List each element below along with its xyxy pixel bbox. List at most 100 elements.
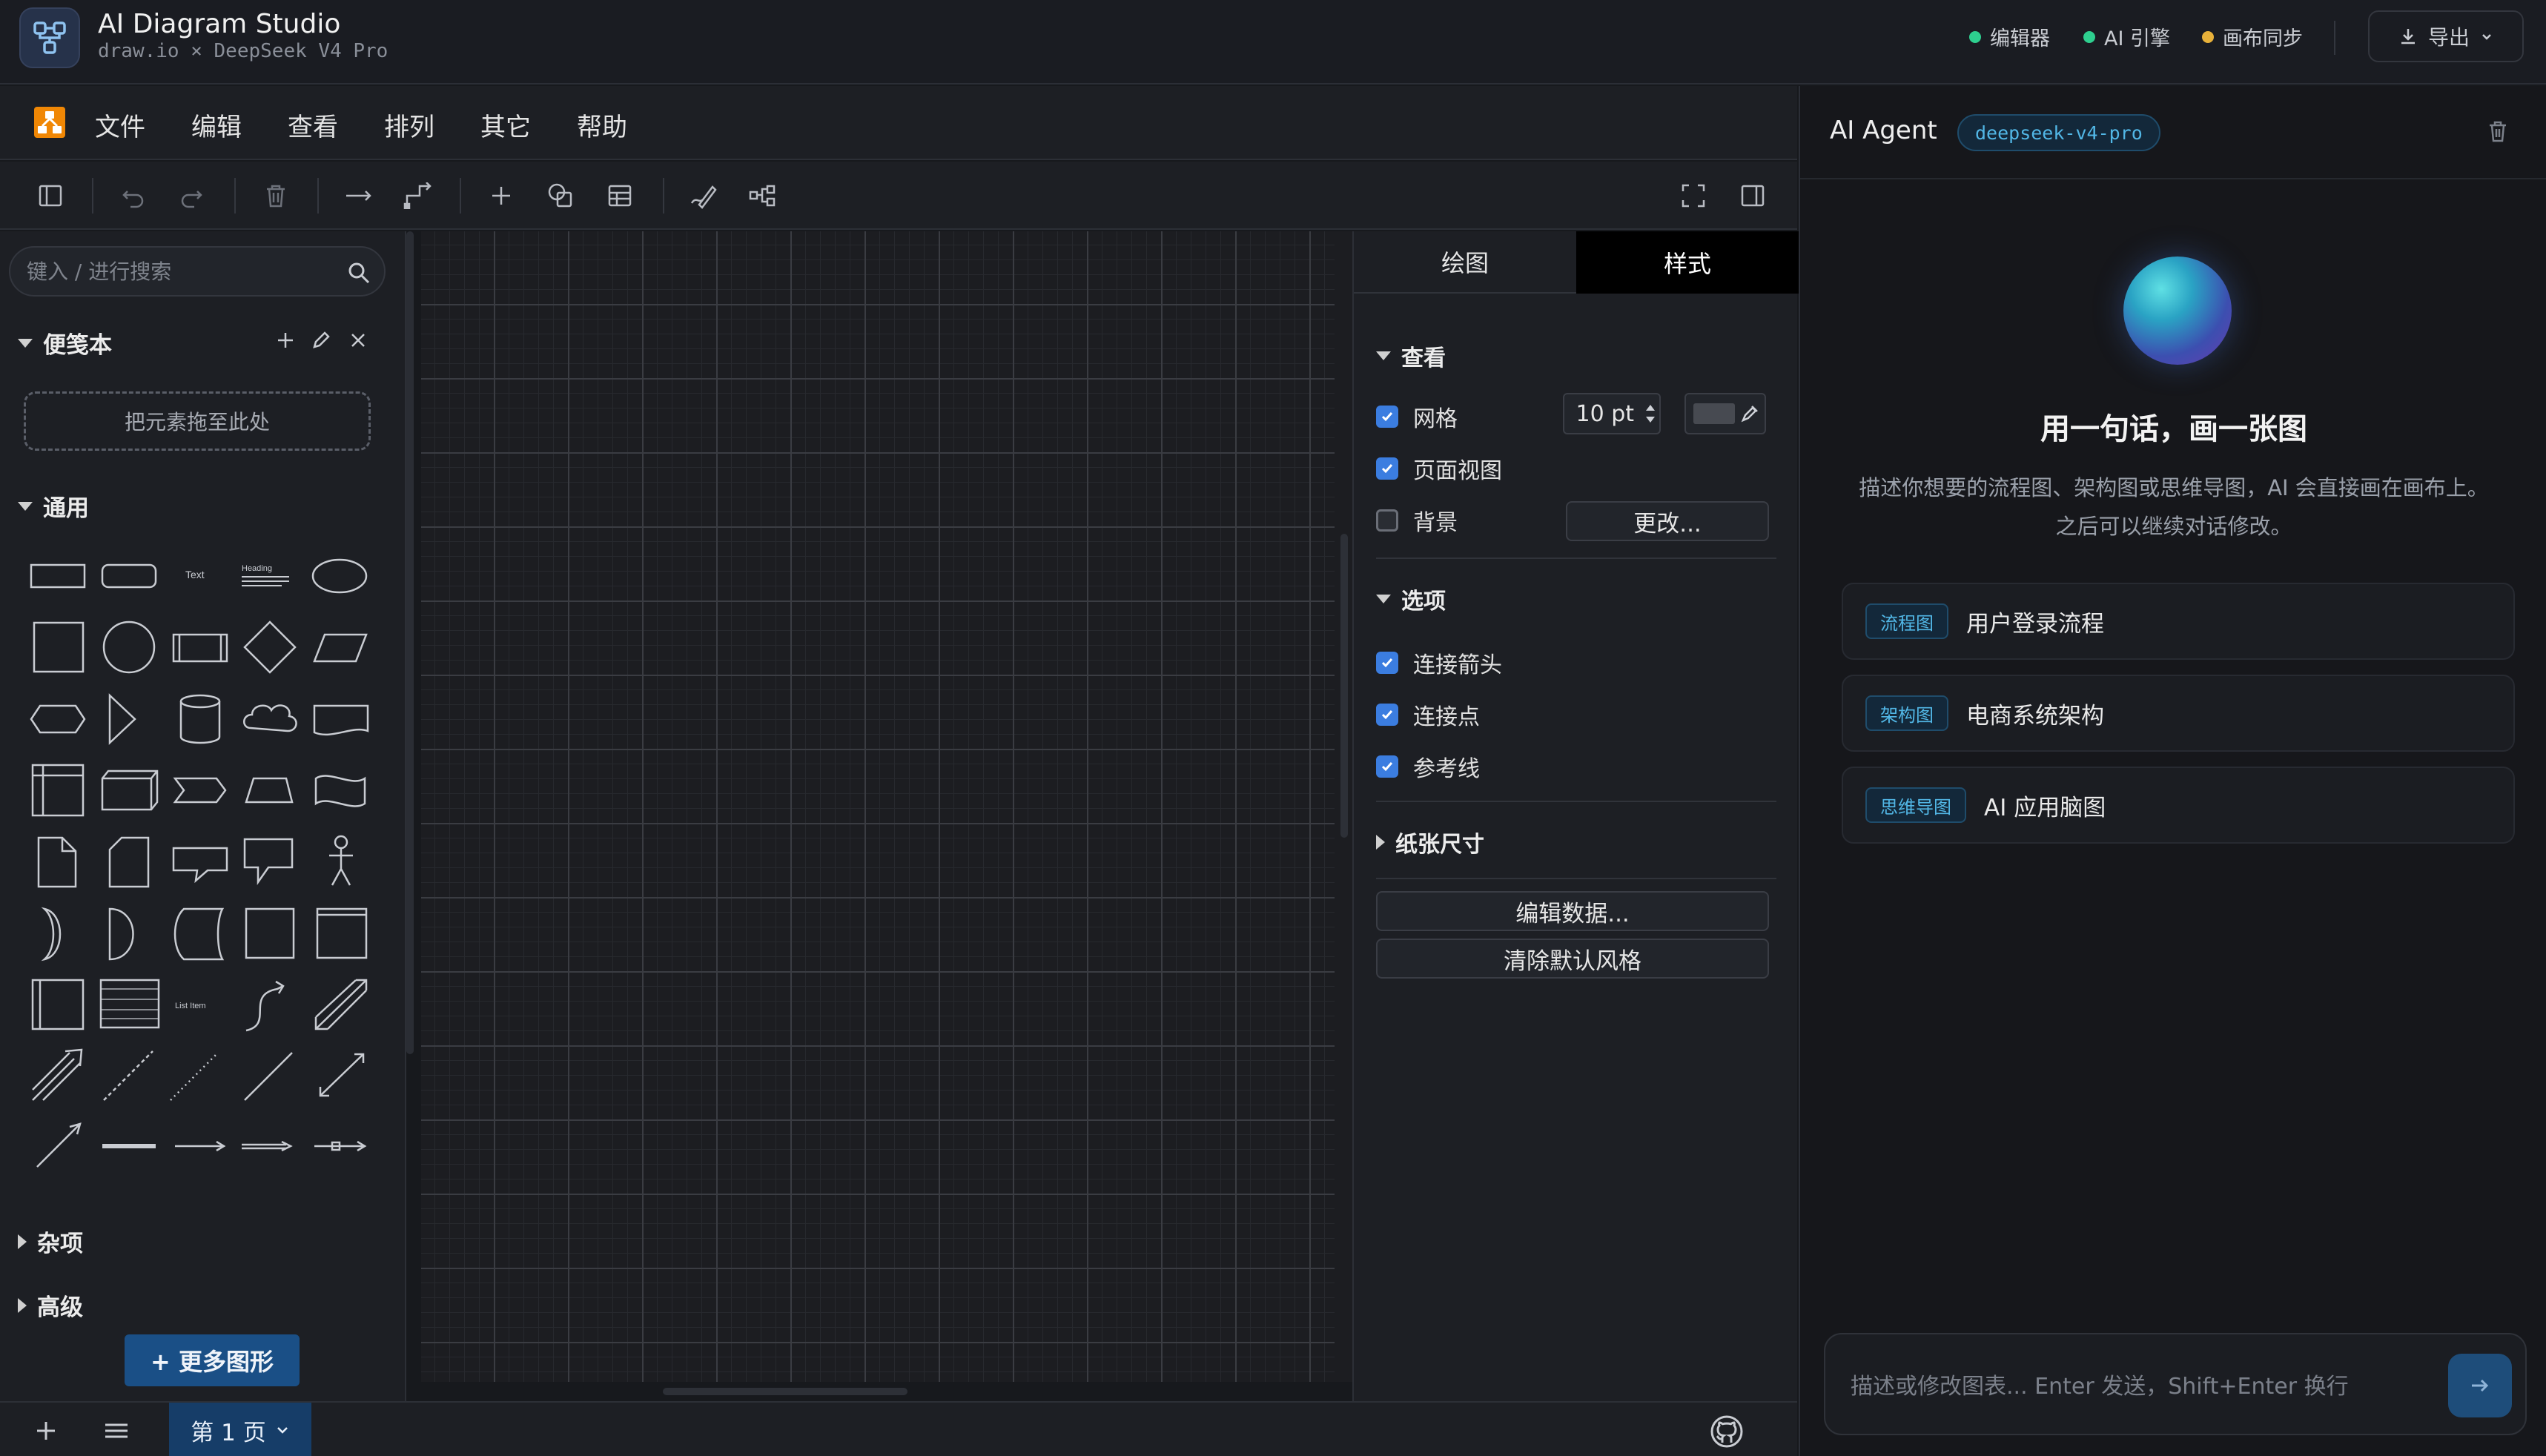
shape-callout[interactable]: [172, 847, 228, 884]
guides-option[interactable]: 参考线: [1376, 750, 1480, 783]
shape-parallelogram[interactable]: [313, 633, 368, 663]
options-section-header[interactable]: 选项: [1376, 583, 1446, 615]
clear-default-style-button[interactable]: 清除默认风格: [1376, 939, 1769, 979]
scratchpad-close-icon[interactable]: [348, 331, 368, 350]
shape-text[interactable]: Text: [185, 569, 205, 580]
grid-color-picker[interactable]: [1684, 393, 1766, 434]
paper-size-section-header[interactable]: 纸张尺寸: [1376, 826, 1484, 858]
shape-search-input[interactable]: [27, 257, 323, 286]
add-page-icon[interactable]: [33, 1417, 59, 1444]
toggle-format-panel-icon[interactable]: [1736, 179, 1769, 212]
shape-swimlane[interactable]: [31, 979, 85, 1030]
scratchpad-header[interactable]: 便笺本: [18, 326, 112, 360]
shape-square[interactable]: [33, 621, 85, 673]
grid-checkbox[interactable]: [1376, 406, 1398, 428]
shape-diamond[interactable]: [243, 621, 297, 674]
export-button[interactable]: 导出: [2368, 10, 2524, 62]
suggestion-mindmap[interactable]: 思维导图 AI 应用脑图: [1842, 767, 2515, 844]
shape-arrow[interactable]: [32, 1048, 83, 1101]
shape-relation-arrow[interactable]: [314, 1140, 367, 1152]
guides-checkbox[interactable]: [1376, 755, 1398, 778]
menu-arrange[interactable]: 排列: [384, 107, 434, 143]
scratchpad-edit-icon[interactable]: [311, 331, 331, 350]
shape-or[interactable]: [41, 907, 62, 962]
shape-directional-connector[interactable]: [36, 1122, 82, 1168]
search-icon[interactable]: [347, 261, 371, 285]
menu-view[interactable]: 查看: [288, 107, 338, 143]
shape-bidirectional-arrow[interactable]: [314, 979, 368, 1030]
shape-double-line-arrow[interactable]: [242, 1140, 293, 1152]
shape-bidirectional-connector[interactable]: [319, 1053, 365, 1097]
menu-file[interactable]: 文件: [95, 107, 145, 143]
suggestion-architecture[interactable]: 架构图 电商系统架构: [1842, 675, 2515, 752]
shape-trapezoid[interactable]: [245, 777, 294, 804]
canvas-horizontal-scrollbar[interactable]: [663, 1388, 907, 1395]
shape-list[interactable]: [99, 979, 160, 1029]
shape-ellipse[interactable]: [311, 558, 368, 594]
shape-list-item[interactable]: List Item: [175, 1002, 206, 1010]
shape-curve[interactable]: [245, 980, 285, 1032]
shape-step[interactable]: [173, 777, 227, 804]
shape-tape[interactable]: [314, 775, 366, 807]
menu-help[interactable]: 帮助: [577, 107, 627, 143]
more-shapes-button[interactable]: + 更多图形: [125, 1334, 300, 1386]
canvas-vertical-scrollbar[interactable]: [1340, 534, 1348, 838]
shape-textbox[interactable]: Heading: [242, 564, 289, 586]
scratchpad-add-icon[interactable]: [276, 331, 295, 350]
general-header[interactable]: 通用: [18, 489, 89, 523]
shape-delay[interactable]: [108, 907, 134, 961]
scratchpad-drop-zone[interactable]: 把元素拖至此处: [24, 391, 371, 451]
chat-input[interactable]: [1851, 1364, 2444, 1409]
insert-shape-icon[interactable]: [544, 179, 577, 212]
clear-chat-trash-icon[interactable]: [2485, 119, 2510, 144]
page-view-checkbox[interactable]: [1376, 457, 1398, 480]
insert-table-icon[interactable]: [604, 179, 636, 212]
send-button[interactable]: [2448, 1354, 2512, 1417]
shape-cube[interactable]: [101, 770, 159, 811]
suggestion-flowchart[interactable]: 流程图 用户登录流程: [1842, 583, 2515, 660]
shape-actor[interactable]: [329, 835, 353, 886]
shape-card[interactable]: [108, 836, 150, 888]
connection-arrows-checkbox[interactable]: [1376, 652, 1398, 674]
shape-rectangle[interactable]: [30, 563, 86, 589]
shape-hexagon[interactable]: [30, 704, 86, 734]
page-view-option[interactable]: 页面视图: [1376, 452, 1502, 485]
shape-cylinder[interactable]: [179, 694, 221, 744]
menu-extras[interactable]: 其它: [480, 107, 531, 143]
redo-icon[interactable]: [175, 179, 208, 212]
edit-data-button[interactable]: 编辑数据...: [1376, 891, 1769, 931]
diagram-canvas[interactable]: [421, 231, 1335, 1382]
layout-tree-icon[interactable]: [746, 179, 778, 212]
shape-triangle[interactable]: [108, 693, 136, 745]
connection-points-checkbox[interactable]: [1376, 704, 1398, 726]
delete-icon[interactable]: [259, 179, 292, 212]
fullscreen-icon[interactable]: [1677, 179, 1710, 212]
tab-style[interactable]: 样式: [1576, 231, 1799, 294]
shape-dashed-line[interactable]: [103, 1050, 153, 1101]
grid-option[interactable]: 网格: [1376, 400, 1458, 433]
shape-dotted-line[interactable]: [170, 1052, 219, 1101]
shape-internal-storage[interactable]: [31, 764, 85, 817]
sidebar-scrollbar[interactable]: [406, 231, 414, 1054]
shape-speech-bubble[interactable]: [243, 838, 294, 885]
change-background-button[interactable]: 更改...: [1566, 501, 1769, 541]
pages-menu-icon[interactable]: [102, 1417, 130, 1444]
github-icon[interactable]: [1710, 1414, 1744, 1449]
insert-plus-icon[interactable]: [485, 179, 518, 212]
undo-icon[interactable]: [117, 179, 150, 212]
shape-process[interactable]: [172, 633, 228, 663]
freehand-icon[interactable]: [687, 179, 719, 212]
shape-cloud[interactable]: [243, 704, 297, 732]
grid-size-stepper-icon[interactable]: [1643, 399, 1658, 428]
shape-document[interactable]: [313, 704, 369, 736]
connection-points-option[interactable]: 连接点: [1376, 698, 1480, 731]
shape-frame[interactable]: [245, 907, 295, 959]
connection-arrow-icon[interactable]: [343, 179, 375, 212]
connection-arrows-option[interactable]: 连接箭头: [1376, 646, 1502, 679]
tab-diagram[interactable]: 绘图: [1354, 231, 1576, 294]
shape-data-storage[interactable]: [173, 907, 225, 961]
waypoints-icon[interactable]: [402, 179, 434, 212]
shape-container[interactable]: [316, 907, 368, 959]
menu-edit[interactable]: 编辑: [191, 107, 242, 143]
shape-note[interactable]: [37, 836, 77, 888]
